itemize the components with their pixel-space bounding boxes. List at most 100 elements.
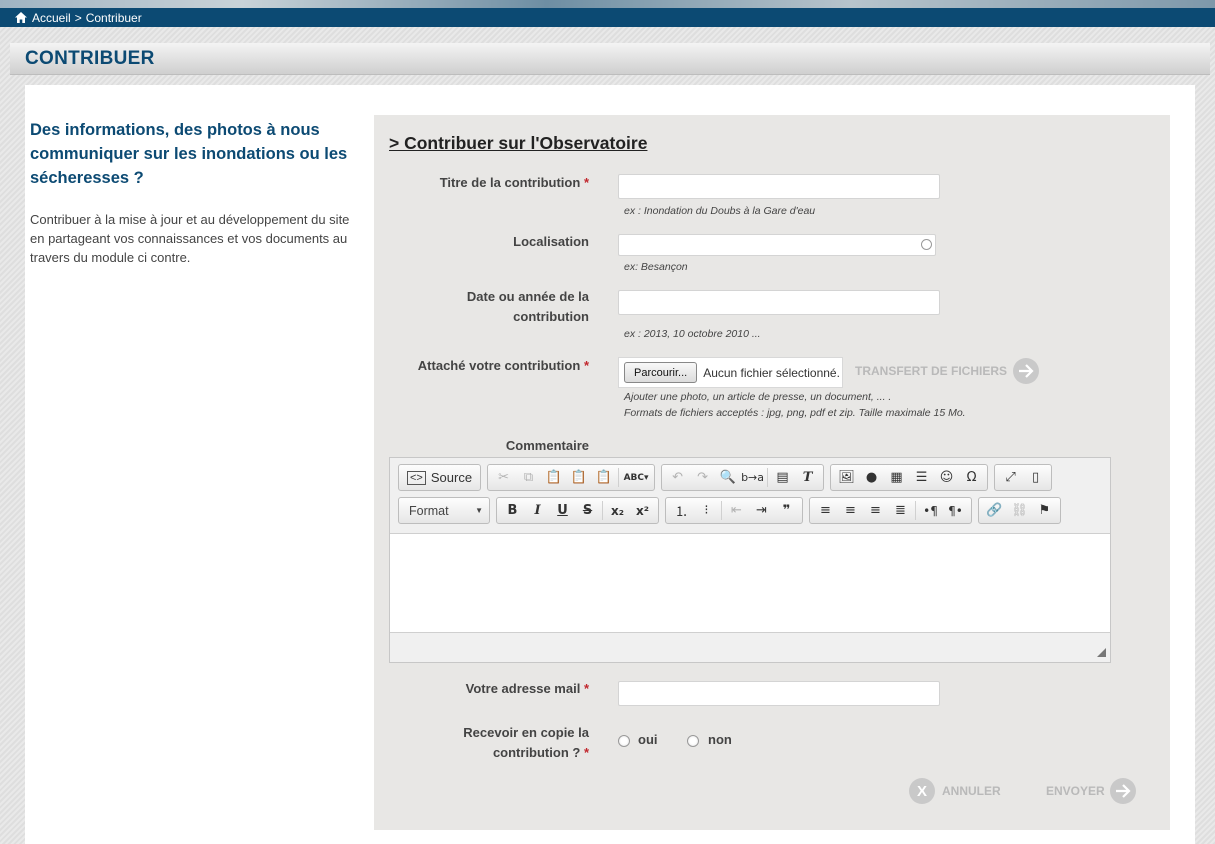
flash-icon[interactable]: ● xyxy=(859,466,884,489)
rtl-icon[interactable]: ¶• xyxy=(943,499,968,522)
source-icon: <> xyxy=(407,470,426,485)
required-mark: * xyxy=(583,175,589,190)
cut-icon[interactable]: ✂ xyxy=(491,466,516,489)
blockquote-icon[interactable]: ❞ xyxy=(774,499,799,522)
anchor-flag-icon[interactable]: ⚑ xyxy=(1032,499,1057,522)
copy-label: Recevoir en copie la contribution ? * xyxy=(389,723,589,763)
find-icon[interactable]: 🔍 xyxy=(715,466,740,489)
source-button-label: Source xyxy=(430,470,473,485)
transfer-files-label: TRANSFERT DE FICHIERS xyxy=(855,364,1008,378)
submit-label: ENVOYER xyxy=(1046,784,1105,798)
copy-label-text: Recevoir en copie la contribution ? xyxy=(463,725,589,760)
copy-no-label: non xyxy=(708,732,732,747)
source-button[interactable]: <> Source xyxy=(402,466,477,489)
toolbar-separator xyxy=(721,501,722,520)
file-input[interactable]: Parcourir... Aucun fichier sélectionné. xyxy=(618,357,843,388)
select-all-icon[interactable]: ▤ xyxy=(770,466,795,489)
intro-text: Contribuer à la mise à jour et au dévelo… xyxy=(30,212,350,265)
breadcrumb: Accueil > Contribuer xyxy=(0,8,1215,27)
toolbar-separator xyxy=(618,468,620,487)
resize-handle-icon[interactable] xyxy=(1097,648,1106,657)
localisation-input[interactable] xyxy=(618,234,936,256)
close-icon: X xyxy=(909,778,935,804)
image-icon[interactable]: 🖼 xyxy=(834,466,859,489)
date-label: Date ou année de la contribution xyxy=(466,289,589,324)
outdent-icon[interactable]: ⇤ xyxy=(724,499,749,522)
maximize-icon[interactable]: ⤢ xyxy=(998,466,1023,489)
comment-editor-area[interactable] xyxy=(390,533,1110,633)
toolbar-group-source: <> Source xyxy=(398,464,482,491)
home-icon xyxy=(15,12,27,23)
format-dropdown[interactable]: Format ▼ xyxy=(398,497,490,524)
browse-button[interactable]: Parcourir... xyxy=(624,362,698,383)
paste-icon[interactable]: 📋 xyxy=(541,466,566,489)
rich-text-editor: <> Source ✂ ⧉ 📋 📋 📋 ABC ▾ ↶ ↷ 🔍 b→a ▤ T … xyxy=(389,457,1111,663)
titre-hint: ex : Inondation du Doubs à la Gare d'eau xyxy=(624,205,816,217)
paste-text-icon[interactable]: 📋 xyxy=(566,466,591,489)
date-hint: ex : 2013, 10 octobre 2010 ... xyxy=(624,328,761,340)
editor-toolbar-row-2: Format ▼ B I U S x₂ x² ⒈ ⁝ ⇤ ⇥ ❞ ≡ ≡ ≡ ≣… xyxy=(398,497,1067,524)
localisation-hint: ex: Besançon xyxy=(624,261,688,273)
redo-icon[interactable]: ↷ xyxy=(690,466,715,489)
transfer-files-button[interactable]: TRANSFERT DE FICHIERS xyxy=(855,358,1040,384)
align-left-icon[interactable]: ≡ xyxy=(813,499,838,522)
bulleted-list-icon[interactable]: ⁝ xyxy=(694,499,719,522)
superscript-icon[interactable]: x² xyxy=(630,499,655,522)
bold-icon[interactable]: B xyxy=(500,499,525,522)
unlink-icon[interactable]: ⛓ xyxy=(1007,499,1032,522)
breadcrumb-current: Contribuer xyxy=(85,10,142,25)
toolbar-separator xyxy=(767,468,769,487)
geolocate-icon[interactable] xyxy=(921,239,932,250)
italic-icon[interactable]: I xyxy=(525,499,550,522)
remove-format-icon[interactable]: T xyxy=(795,466,820,489)
copy-yes-radio[interactable] xyxy=(618,735,630,747)
table-icon[interactable]: ▦ xyxy=(884,466,909,489)
special-char-icon[interactable]: Ω xyxy=(959,466,984,489)
attachment-label: Attaché votre contribution * xyxy=(389,356,589,376)
indent-icon[interactable]: ⇥ xyxy=(749,499,774,522)
ltr-icon[interactable]: •¶ xyxy=(918,499,943,522)
required-mark: * xyxy=(583,681,589,696)
header-banner-image xyxy=(0,0,1215,8)
paste-word-icon[interactable]: 📋 xyxy=(591,466,616,489)
required-mark: * xyxy=(583,358,589,373)
titre-label-text: Titre de la contribution xyxy=(439,175,581,190)
toolbar-group-insert: 🖼 ● ▦ ☰ ☺ Ω xyxy=(830,464,989,491)
align-center-icon[interactable]: ≡ xyxy=(838,499,863,522)
horizontal-rule-icon[interactable]: ☰ xyxy=(909,466,934,489)
page-title: CONTRIBUER xyxy=(25,48,155,69)
strikethrough-icon[interactable]: S xyxy=(575,499,600,522)
replace-icon[interactable]: b→a xyxy=(740,466,765,489)
copy-no-radio[interactable] xyxy=(687,735,699,747)
comment-label: Commentaire xyxy=(505,438,589,453)
breadcrumb-home-link[interactable]: Accueil xyxy=(32,11,71,25)
copy-icon[interactable]: ⧉ xyxy=(516,466,541,489)
show-blocks-icon[interactable]: ▯ xyxy=(1023,466,1048,489)
underline-icon[interactable]: U xyxy=(550,499,575,522)
contribution-form: > Contribuer sur l'Observatoire Titre de… xyxy=(374,115,1170,830)
page-header: CONTRIBUER xyxy=(10,43,1210,75)
smiley-icon[interactable]: ☺ xyxy=(934,466,959,489)
cancel-button[interactable]: X ANNULER xyxy=(909,778,1001,804)
undo-icon[interactable]: ↶ xyxy=(665,466,690,489)
email-input[interactable] xyxy=(618,681,940,706)
link-icon[interactable]: 🔗 xyxy=(982,499,1007,522)
titre-input[interactable] xyxy=(618,174,940,199)
toolbar-separator xyxy=(915,501,916,520)
subscript-icon[interactable]: x₂ xyxy=(605,499,630,522)
numbered-list-icon[interactable]: ⒈ xyxy=(669,499,694,522)
align-right-icon[interactable]: ≡ xyxy=(863,499,888,522)
toolbar-group-view: ⤢ ▯ xyxy=(994,464,1053,491)
toolbar-separator xyxy=(602,501,603,520)
form-title: > Contribuer sur l'Observatoire xyxy=(389,133,648,153)
attachment-hint-line1: Ajouter une photo, un article de presse,… xyxy=(624,391,892,403)
date-input[interactable] xyxy=(618,290,940,315)
intro-heading: Des informations, des photos à nous comm… xyxy=(30,121,348,187)
editor-toolbar-row-1: <> Source ✂ ⧉ 📋 📋 📋 ABC ▾ ↶ ↷ 🔍 b→a ▤ T … xyxy=(398,464,1058,491)
intro-section: Des informations, des photos à nous comm… xyxy=(30,118,350,267)
align-justify-icon[interactable]: ≣ xyxy=(888,499,913,522)
required-mark: * xyxy=(583,745,589,760)
spellcheck-icon[interactable]: ABC ▾ xyxy=(621,466,651,489)
submit-button[interactable]: ENVOYER xyxy=(1046,778,1136,804)
cancel-label: ANNULER xyxy=(942,784,1001,798)
